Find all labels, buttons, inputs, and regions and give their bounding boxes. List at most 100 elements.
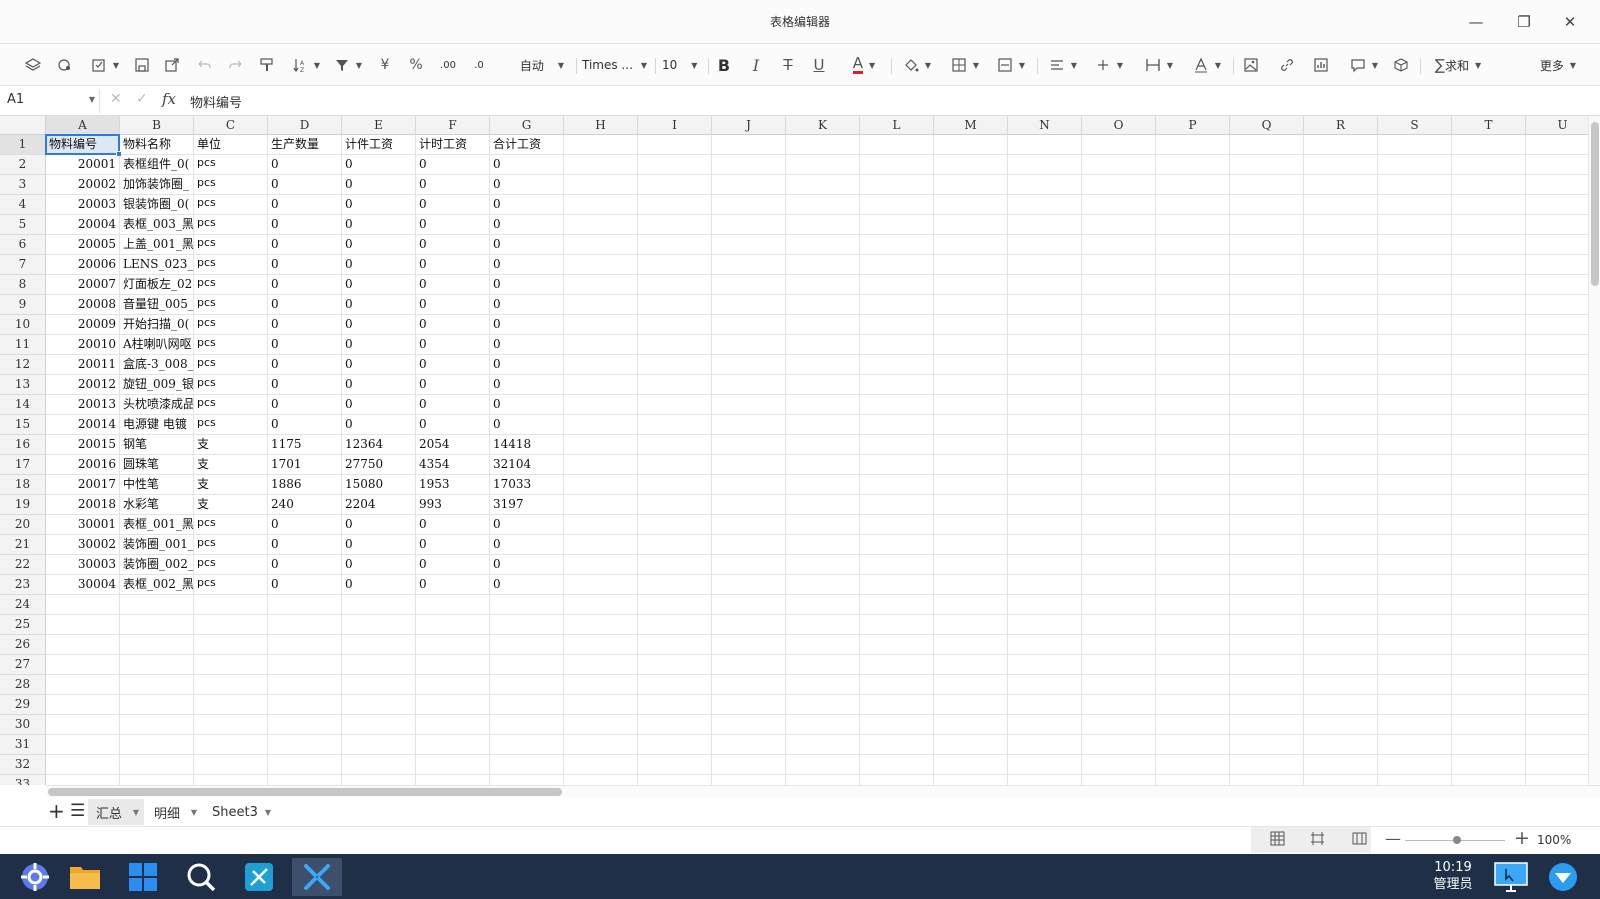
table-cell[interactable]: [1156, 775, 1230, 785]
table-cell[interactable]: [564, 475, 638, 495]
table-cell[interactable]: 2054: [416, 435, 490, 455]
table-cell[interactable]: 表框_002_黑: [120, 575, 194, 595]
table-cell[interactable]: 0: [490, 215, 564, 235]
fill-color-icon[interactable]: ▼: [897, 52, 937, 78]
table-cell[interactable]: [934, 555, 1008, 575]
table-cell[interactable]: [1082, 175, 1156, 195]
table-cell[interactable]: [1452, 315, 1526, 335]
table-cell[interactable]: [46, 655, 120, 675]
table-cell[interactable]: 0: [342, 335, 416, 355]
table-cell[interactable]: [638, 175, 712, 195]
table-cell[interactable]: [786, 335, 860, 355]
table-cell[interactable]: 0: [416, 535, 490, 555]
table-cell[interactable]: [860, 435, 934, 455]
table-cell[interactable]: [1008, 335, 1082, 355]
table-cell[interactable]: [1156, 295, 1230, 315]
table-cell[interactable]: [1378, 635, 1452, 655]
table-cell[interactable]: [638, 455, 712, 475]
table-cell[interactable]: [1526, 295, 1588, 315]
table-cell[interactable]: [638, 755, 712, 775]
table-cell[interactable]: [1304, 175, 1378, 195]
table-cell[interactable]: 20003: [46, 195, 120, 215]
table-cell[interactable]: 0: [416, 255, 490, 275]
table-cell[interactable]: [342, 715, 416, 735]
table-cell[interactable]: [1452, 355, 1526, 375]
function-icon[interactable]: fx: [162, 90, 176, 108]
table-cell[interactable]: [564, 775, 638, 785]
table-cell[interactable]: 支: [194, 495, 268, 515]
table-cell[interactable]: pcs: [194, 515, 268, 535]
table-cell[interactable]: 0: [416, 155, 490, 175]
sheet-tab-summary[interactable]: 汇总 ▼: [88, 799, 144, 825]
table-cell[interactable]: [1304, 495, 1378, 515]
vertical-align-icon[interactable]: ▼: [1089, 52, 1129, 78]
table-cell[interactable]: [1526, 635, 1588, 655]
table-cell[interactable]: [712, 675, 786, 695]
table-cell[interactable]: 0: [490, 395, 564, 415]
table-cell[interactable]: [1156, 615, 1230, 635]
table-cell[interactable]: [1008, 575, 1082, 595]
underline-button[interactable]: U: [808, 52, 830, 78]
table-cell[interactable]: 0: [416, 355, 490, 375]
design-tool-icon[interactable]: [240, 858, 278, 896]
table-cell[interactable]: [1230, 175, 1304, 195]
table-cell[interactable]: [1230, 235, 1304, 255]
table-cell[interactable]: [712, 415, 786, 435]
table-cell[interactable]: LENS_023_我: [120, 255, 194, 275]
column-header[interactable]: G: [490, 116, 564, 135]
table-cell[interactable]: [1082, 275, 1156, 295]
header-cell[interactable]: 计件工资: [342, 135, 416, 155]
table-cell[interactable]: 0: [268, 275, 342, 295]
table-cell[interactable]: [1230, 515, 1304, 535]
table-cell[interactable]: [860, 615, 934, 635]
table-cell[interactable]: 17033: [490, 475, 564, 495]
table-cell[interactable]: [564, 435, 638, 455]
table-cell[interactable]: [194, 735, 268, 755]
table-cell[interactable]: 0: [490, 535, 564, 555]
table-cell[interactable]: [1378, 195, 1452, 215]
table-cell[interactable]: [1156, 755, 1230, 775]
table-cell[interactable]: [46, 755, 120, 775]
table-cell[interactable]: [638, 635, 712, 655]
table-cell[interactable]: [1082, 455, 1156, 475]
row-header[interactable]: 16: [0, 435, 46, 455]
row-header[interactable]: 6: [0, 235, 46, 255]
table-cell[interactable]: [1452, 435, 1526, 455]
table-cell[interactable]: [1304, 355, 1378, 375]
table-cell[interactable]: [1230, 395, 1304, 415]
table-cell[interactable]: [786, 255, 860, 275]
table-cell[interactable]: [268, 655, 342, 675]
table-cell[interactable]: [1452, 675, 1526, 695]
column-header[interactable]: A: [46, 116, 120, 135]
table-cell[interactable]: [1230, 675, 1304, 695]
table-cell[interactable]: 0: [342, 195, 416, 215]
table-cell[interactable]: [1082, 215, 1156, 235]
table-cell[interactable]: [1008, 175, 1082, 195]
format-painter-icon[interactable]: [256, 52, 278, 78]
table-cell[interactable]: [712, 515, 786, 535]
table-cell[interactable]: [934, 415, 1008, 435]
table-cell[interactable]: [934, 595, 1008, 615]
table-cell[interactable]: [638, 735, 712, 755]
table-cell[interactable]: [638, 655, 712, 675]
table-cell[interactable]: [564, 655, 638, 675]
table-cell[interactable]: [712, 235, 786, 255]
table-cell[interactable]: 20018: [46, 495, 120, 515]
table-cell[interactable]: [1378, 375, 1452, 395]
table-cell[interactable]: [1082, 695, 1156, 715]
table-cell[interactable]: [1304, 215, 1378, 235]
table-cell[interactable]: [638, 355, 712, 375]
currency-button[interactable]: ¥: [374, 52, 396, 78]
table-cell[interactable]: [934, 355, 1008, 375]
table-cell[interactable]: pcs: [194, 575, 268, 595]
table-cell[interactable]: [1452, 135, 1526, 155]
table-cell[interactable]: 表框_001_黑: [120, 515, 194, 535]
table-cell[interactable]: [194, 675, 268, 695]
table-cell[interactable]: [1230, 355, 1304, 375]
table-cell[interactable]: [1156, 275, 1230, 295]
decimal-decrease-button[interactable]: .0: [466, 52, 492, 78]
table-cell[interactable]: 993: [416, 495, 490, 515]
table-cell[interactable]: [1452, 175, 1526, 195]
table-cell[interactable]: [1526, 355, 1588, 375]
row-header[interactable]: 19: [0, 495, 46, 515]
